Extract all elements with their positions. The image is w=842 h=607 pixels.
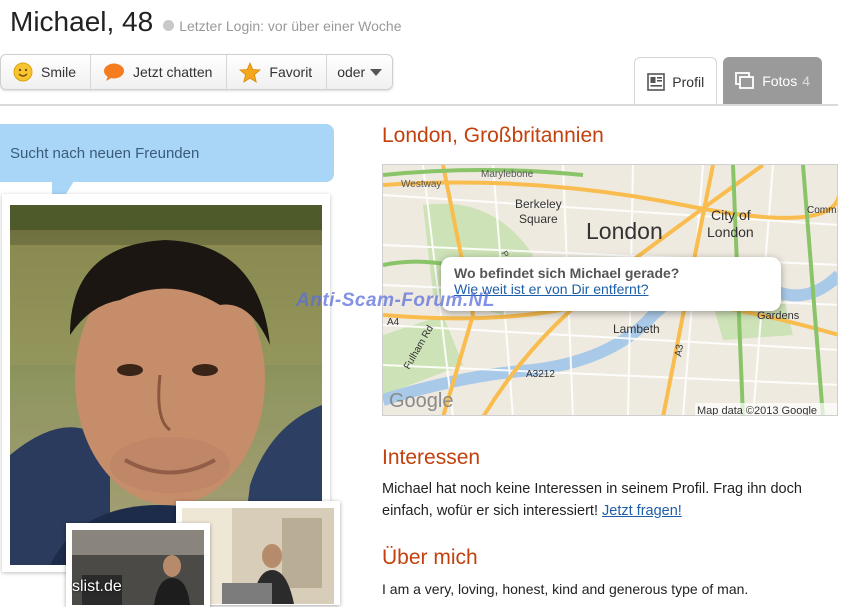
star-icon: [239, 61, 262, 83]
chat-button[interactable]: Jetzt chatten: [91, 55, 228, 89]
map-label-a4: A4: [387, 317, 400, 328]
map-label-city-of: City of: [711, 207, 751, 223]
about-text: I am a very, loving, honest, kind and ge…: [382, 581, 749, 597]
photos-icon: [735, 72, 755, 90]
map-label-city-london: London: [707, 224, 754, 240]
last-login-text: Letzter Login: vor über einer Woche: [179, 17, 402, 34]
about-title: Über mich: [382, 546, 478, 569]
last-login-status: Letzter Login: vor über einer Woche: [163, 17, 402, 34]
smile-button[interactable]: Smile: [1, 55, 92, 89]
chat-bubble-icon: [103, 62, 125, 82]
map-label-a3212: A3212: [526, 369, 555, 380]
google-logo: Google: [389, 390, 454, 412]
ask-now-link[interactable]: Jetzt fragen!: [602, 503, 682, 519]
status-bubble-text: Sucht nach neuen Freunden: [10, 145, 200, 162]
favorite-label: Favorit: [269, 64, 313, 80]
photos-count: 4: [802, 73, 810, 89]
location-title: London, Großbritannien: [382, 124, 604, 147]
forum-watermark: Anti-Scam-Forum.NL: [296, 290, 495, 311]
profile-name-age: Michael, 48: [10, 6, 154, 37]
smile-label: Smile: [41, 64, 77, 80]
profile-tabs: Profil Fotos 4: [628, 57, 822, 105]
chevron-down-icon: [370, 68, 383, 76]
interests-title: Interessen: [382, 446, 481, 469]
map-popup-question: Wo befindet sich Michael gerade?: [454, 265, 680, 281]
profile-header: Michael, 48 Letzter Login: vor über eine…: [10, 6, 402, 42]
map-credit: Map data ©2013 Google: [697, 405, 817, 416]
map-label-comm: Comm: [807, 205, 836, 216]
map-label-gardens: Gardens: [757, 310, 800, 322]
tab-profile-label: Profil: [672, 73, 705, 90]
site-watermark: slist.de: [72, 578, 122, 595]
offline-status-icon: [163, 20, 175, 31]
map-label-lambeth: Lambeth: [613, 322, 660, 336]
profile-card-icon: [647, 72, 666, 91]
map-label-london: London: [586, 218, 663, 244]
interests-text-block: Michael hat noch keine Interessen in sei…: [382, 478, 832, 522]
map-label-marylebone: Marylebone: [481, 169, 534, 180]
map-label-berkeley: Berkeley: [515, 197, 562, 211]
more-label: oder: [337, 64, 366, 80]
tab-photos-label: Fotos: [762, 73, 798, 89]
map-label-square: Square: [519, 212, 558, 226]
status-bubble: Sucht nach neuen Freunden: [0, 124, 334, 182]
tab-profile[interactable]: Profil: [634, 57, 718, 105]
more-dropdown[interactable]: oder: [327, 55, 392, 89]
smiley-icon: [13, 62, 33, 82]
tab-photos[interactable]: Fotos 4: [723, 57, 822, 105]
map-label-westway: Westway: [401, 179, 441, 190]
interests-text: Michael hat noch keine Interessen in sei…: [382, 481, 802, 519]
map-label-a3: A3: [673, 343, 686, 357]
tab-divider: [0, 104, 838, 106]
favorite-button[interactable]: Favorit: [227, 55, 328, 89]
chat-label: Jetzt chatten: [133, 64, 213, 80]
profile-action-bar: Smile Jetzt chatten Favorit oder: [0, 54, 394, 90]
